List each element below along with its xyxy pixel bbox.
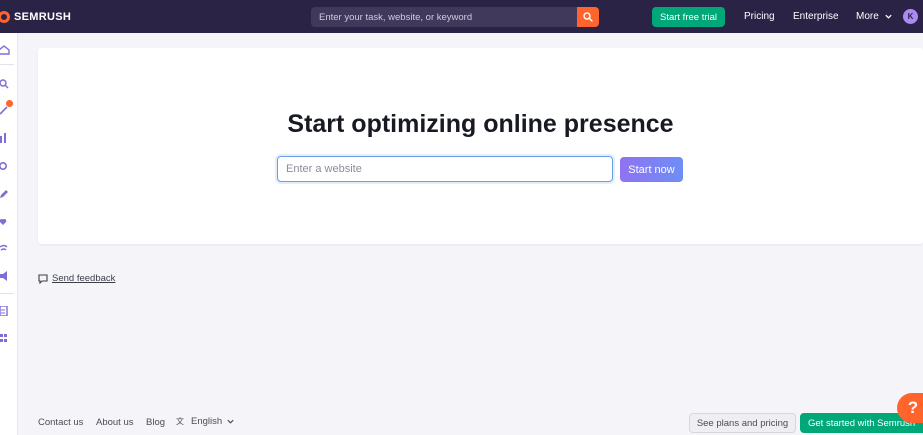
contact-us-link[interactable]: Contact us [38, 417, 83, 428]
language-label: English [191, 416, 223, 427]
nav-more[interactable]: More [856, 0, 893, 33]
edit-icon[interactable] [0, 189, 10, 199]
bar-chart-icon[interactable] [0, 133, 10, 143]
chevron-down-icon [885, 14, 892, 19]
home-icon[interactable] [0, 45, 10, 55]
language-selector[interactable]: 文 English [176, 416, 235, 427]
about-us-link[interactable]: About us [96, 417, 134, 428]
notification-dot [6, 100, 13, 107]
nav-enterprise[interactable]: Enterprise [793, 0, 839, 33]
sidebar-divider [0, 64, 14, 65]
main-card [38, 48, 923, 244]
page-title: Start optimizing online presence [287, 110, 674, 138]
apps-icon[interactable] [0, 334, 10, 344]
send-feedback-link[interactable]: Send feedback [38, 273, 115, 284]
top-navigation-bar: SEMRUSH Start free trial Pricing Enterpr… [0, 0, 923, 33]
nav-more-label: More [856, 11, 879, 22]
search-icon [583, 12, 593, 22]
global-search [311, 7, 599, 27]
start-free-trial-button[interactable]: Start free trial [652, 7, 725, 27]
location-pin-icon[interactable] [0, 162, 10, 172]
see-plans-button[interactable]: See plans and pricing [689, 413, 796, 433]
start-now-button[interactable]: Start now [620, 157, 683, 182]
document-icon[interactable] [0, 306, 10, 316]
feedback-icon [38, 273, 48, 284]
blog-link[interactable]: Blog [146, 417, 165, 428]
svg-text:文: 文 [176, 416, 184, 426]
search-icon[interactable] [0, 79, 10, 89]
megaphone-icon[interactable] [0, 271, 10, 281]
logo-text: SEMRUSH [14, 10, 72, 23]
sidebar-divider [0, 293, 14, 294]
left-sidebar [0, 33, 18, 435]
broadcast-icon[interactable] [0, 244, 10, 254]
help-button[interactable]: ? [897, 393, 923, 423]
search-button[interactable] [577, 7, 599, 27]
user-avatar[interactable]: K [903, 9, 918, 24]
translate-icon: 文 [176, 416, 184, 426]
chevron-down-icon [227, 419, 234, 424]
semrush-logo-icon [0, 10, 10, 23]
nav-pricing[interactable]: Pricing [744, 0, 775, 33]
website-input[interactable] [277, 156, 613, 182]
send-feedback-label: Send feedback [52, 273, 116, 284]
global-search-input[interactable] [311, 7, 577, 27]
semrush-logo[interactable]: SEMRUSH [0, 0, 71, 33]
heart-chat-icon[interactable] [0, 217, 10, 227]
